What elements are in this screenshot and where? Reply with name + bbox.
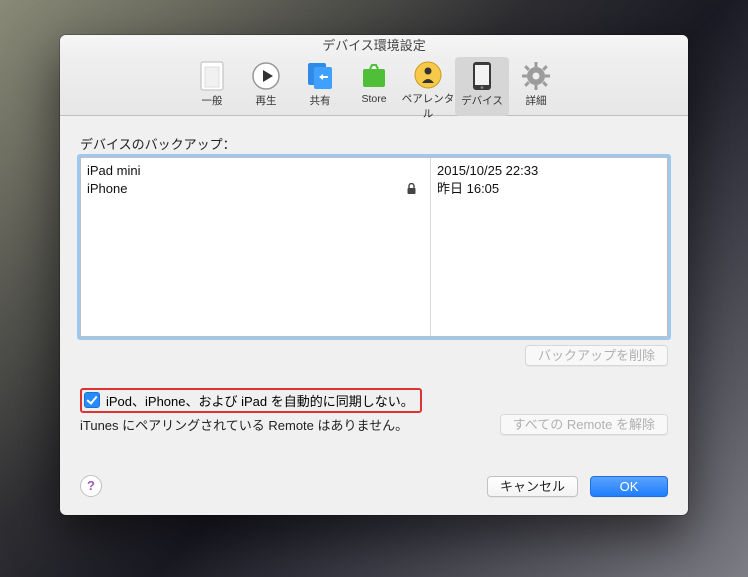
play-icon [250,60,282,92]
parental-icon [412,60,444,90]
tab-label: 詳細 [526,93,547,108]
sharing-icon [304,60,336,92]
prevent-auto-sync-label: iPod、iPhone、および iPad を自動的に同期しない。 [106,391,414,410]
tab-advanced[interactable]: 詳細 [509,57,563,116]
footer: ? キャンセル OK [60,475,688,515]
ok-button[interactable]: OK [590,476,668,497]
general-icon [196,60,228,92]
forget-remotes-button[interactable]: すべての Remote を解除 [500,414,668,435]
backups-section-label: デバイスのバックアップ： [80,134,668,153]
store-icon [358,60,390,92]
preferences-toolbar: 一般 再生 共有 Store [60,57,688,116]
tab-parental[interactable]: ペアレンタル [401,57,455,116]
tab-label: 共有 [310,93,331,108]
tab-devices[interactable]: デバイス [455,57,509,116]
backup-name: iPhone [87,180,406,198]
backup-row[interactable]: iPhone [87,180,424,198]
backups-date-column: 2015/10/25 22:33 昨日 16:05 [431,158,667,336]
lock-icon [406,183,424,195]
content-area: デバイスのバックアップ： iPad mini iPhone 201 [60,116,688,475]
tab-label: 再生 [256,93,277,108]
prevent-auto-sync-checkbox[interactable] [84,392,100,408]
backups-name-column: iPad mini iPhone [81,158,431,336]
backup-name: iPad mini [87,162,406,180]
remote-info-text: iTunes にペアリングされている Remote はありません。 [80,415,500,434]
tab-general[interactable]: 一般 [185,57,239,116]
tab-playback[interactable]: 再生 [239,57,293,116]
backup-row[interactable]: iPad mini [87,162,424,180]
backups-list[interactable]: iPad mini iPhone 2015/10/25 22:33 昨日 16:… [80,157,668,337]
tab-label: Store [361,93,386,105]
tab-store[interactable]: Store [347,57,401,116]
highlight-annotation: iPod、iPhone、および iPad を自動的に同期しない。 [80,388,422,413]
help-button[interactable]: ? [80,475,102,497]
preferences-window: デバイス環境設定 一般 再生 共有 [60,35,688,515]
window-title: デバイス環境設定 [60,35,688,57]
device-icon [466,60,498,92]
desktop-background: デバイス環境設定 一般 再生 共有 [0,0,748,577]
tab-sharing[interactable]: 共有 [293,57,347,116]
delete-backup-button[interactable]: バックアップを削除 [525,345,668,366]
backup-date: 昨日 16:05 [437,180,661,198]
gear-icon [520,60,552,92]
tab-label: デバイス [461,93,503,108]
backup-date: 2015/10/25 22:33 [437,162,661,180]
tab-label: 一般 [202,93,223,108]
cancel-button[interactable]: キャンセル [487,476,578,497]
